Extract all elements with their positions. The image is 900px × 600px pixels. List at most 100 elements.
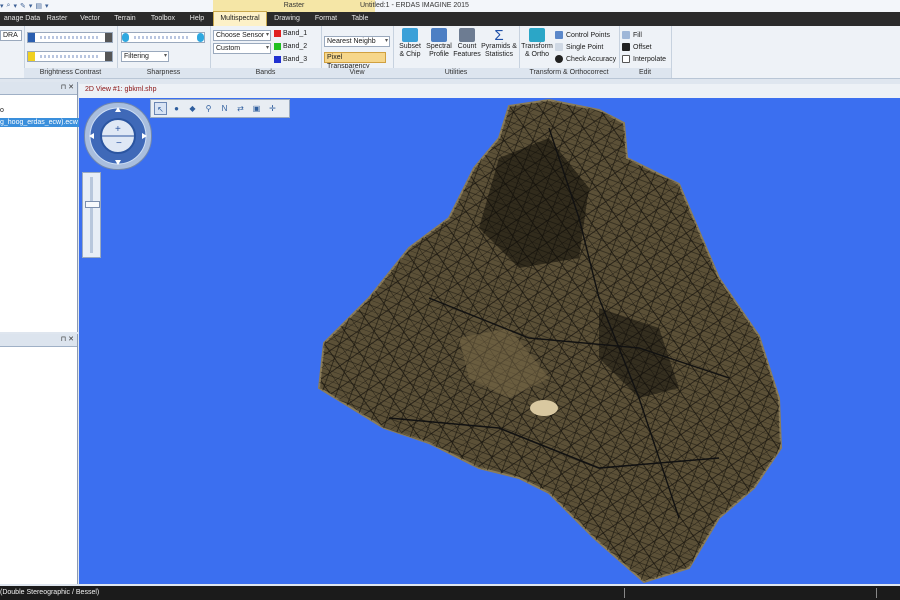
sharpness-slider[interactable] <box>121 32 205 43</box>
projection-status: (Double Stereographic / Bessel) <box>0 589 100 596</box>
slider-track <box>40 55 98 58</box>
check-accuracy-label: Check Accuracy <box>566 56 617 63</box>
single-point-button[interactable]: Single Point <box>555 42 603 53</box>
pen-icon[interactable]: ✎ <box>20 2 26 10</box>
fill-button[interactable]: Fill <box>622 30 642 41</box>
band-1-selector[interactable]: Band_1 <box>274 29 307 39</box>
select-pointer-icon[interactable]: ↖ <box>154 102 167 115</box>
check-accuracy-button[interactable]: Check Accuracy <box>555 54 616 65</box>
tab-terrain[interactable]: Terrain <box>110 12 140 26</box>
status-divider <box>624 588 625 598</box>
dropdown-arrow-icon[interactable]: ▾ <box>45 2 49 10</box>
group-brightness-contrast: Brightness Contrast <box>24 26 118 78</box>
subset-chip-button[interactable]: Subset & Chip <box>395 28 425 59</box>
count-features-button[interactable]: Count Features <box>453 28 481 59</box>
offset-button[interactable]: Offset <box>622 42 652 53</box>
resample-dropdown[interactable]: Nearest Neighb ▾ <box>324 36 390 47</box>
window-title: Untitled:1 - ERDAS IMAGINE 2015 <box>360 2 469 9</box>
group-label: Bands <box>210 68 321 78</box>
tab-table[interactable]: Table <box>348 12 372 26</box>
contents-node[interactable]: o <box>0 107 4 114</box>
map-canvas[interactable] <box>79 98 900 584</box>
panel-pin-close-icons[interactable]: ⊓ ✕ <box>61 83 74 91</box>
dropdown-arrow-icon[interactable]: ▾ <box>0 2 4 10</box>
view-header: 2D View #1: gbkml.shp <box>79 84 900 99</box>
map-view-2d[interactable] <box>79 98 900 584</box>
slider-max-icon[interactable] <box>105 33 112 42</box>
navigation-control[interactable]: + − <box>84 102 152 170</box>
band-2-selector[interactable]: Band_2 <box>274 42 307 52</box>
transform-ortho-button[interactable]: Transform & Ortho <box>521 28 553 59</box>
sharpness-max-icon[interactable] <box>197 33 204 42</box>
print-icon[interactable]: ▤ <box>35 2 42 10</box>
sharpness-icon[interactable] <box>122 33 129 42</box>
group-label: Transform & Orthocorrect <box>519 68 619 78</box>
offset-icon <box>622 43 630 52</box>
ribbon-tabs: anage Data Raster Vector Terrain Toolbox… <box>0 11 900 27</box>
contrast-slider[interactable] <box>27 51 113 62</box>
dra-dropdown[interactable]: DRA <box>0 30 22 41</box>
subset-icon <box>402 28 418 42</box>
count-features-icon <box>459 28 475 42</box>
tab-format[interactable]: Format <box>312 12 340 26</box>
tab-multispectral[interactable]: Multispectral <box>213 11 267 27</box>
tab-toolbox[interactable]: Toolbox <box>147 12 179 26</box>
info-icon[interactable]: ● <box>170 102 183 115</box>
band-2-label: Band_2 <box>283 43 308 50</box>
band-combo-dropdown[interactable]: Custom ▾ <box>213 43 271 54</box>
count-label: Count <box>457 43 477 50</box>
single-point-label: Single Point <box>566 44 604 51</box>
tab-help[interactable]: Help <box>186 12 208 26</box>
panel-pin-close-icons[interactable]: ⊓ ✕ <box>61 335 74 343</box>
crosshair-icon[interactable]: ✛ <box>266 102 279 115</box>
spectral-label: Spectral <box>426 43 452 50</box>
zoom-track <box>90 177 93 253</box>
dropdown-arrow-icon[interactable]: ▾ <box>29 2 33 10</box>
layer-item-selected[interactable]: g_hoog_erdas_ecw).ecw <box>0 118 79 127</box>
tab-raster[interactable]: Raster <box>44 12 70 26</box>
dropdown-arrow-icon[interactable]: ▾ <box>13 2 17 10</box>
group-label: View <box>321 68 393 78</box>
group-transform: Transform & Ortho Control Points Single … <box>519 26 620 78</box>
zoom-out-icon[interactable]: − <box>116 138 122 149</box>
sensor-dropdown[interactable]: Choose Sensor ▾ <box>213 30 271 41</box>
pyramids-label-2: Statistics <box>484 51 513 58</box>
green-channel-icon <box>274 42 281 50</box>
zoom-icon[interactable]: ⌕ <box>7 2 11 10</box>
slider-max-icon[interactable] <box>105 52 112 61</box>
group-utilities: Subset & Chip Spectral Profile Count Fea… <box>393 26 520 78</box>
status-bar: (Double Stereographic / Bessel) <box>0 586 900 600</box>
ribbon: DRA Brightness Contrast Filtering ▾ Sharp… <box>0 26 900 79</box>
control-points-icon <box>555 31 563 40</box>
control-points-label: Control Points <box>566 32 610 39</box>
band-3-selector[interactable]: Band_3 <box>274 55 307 65</box>
fill-label: Fill <box>633 32 642 39</box>
interpolate-icon <box>622 55 630 64</box>
single-point-icon <box>555 43 563 52</box>
inquire-icon[interactable]: ◆ <box>186 102 199 115</box>
filtering-dropdown[interactable]: Filtering ▾ <box>121 51 169 62</box>
screen-capture-icon[interactable]: ▣ <box>250 102 263 115</box>
measure-icon[interactable]: ⚲ <box>202 102 215 115</box>
slider-reset-icon[interactable] <box>28 33 35 42</box>
north-arrow-icon[interactable]: N <box>218 102 231 115</box>
view-title[interactable]: 2D View #1: gbkml.shp <box>85 86 156 93</box>
spectral-profile-button[interactable]: Spectral Profile <box>425 28 453 59</box>
group-dra: DRA <box>0 26 25 78</box>
control-points-button[interactable]: Control Points <box>555 30 610 41</box>
pixel-transparency-button[interactable]: Pixel Transparency <box>324 52 386 70</box>
band-combo-value: Custom <box>216 45 241 52</box>
contrast-icon[interactable] <box>28 52 35 61</box>
zoom-slider[interactable] <box>82 172 101 258</box>
pyramids-statistics-button[interactable]: Σ Pyramids & Statistics <box>481 28 517 59</box>
tab-drawing[interactable]: Drawing <box>272 12 302 26</box>
tab-vector[interactable]: Vector <box>76 12 104 26</box>
brightness-slider[interactable] <box>27 32 113 43</box>
resample-value: Nearest Neighb <box>327 38 376 45</box>
zoom-in-icon[interactable]: + <box>115 124 121 135</box>
tab-manage-data[interactable]: anage Data <box>0 12 44 26</box>
sigma-icon: Σ <box>494 27 504 44</box>
interpolate-button[interactable]: Interpolate <box>622 54 666 65</box>
zoom-thumb[interactable] <box>85 201 100 208</box>
link-views-icon[interactable]: ⇄ <box>234 102 247 115</box>
